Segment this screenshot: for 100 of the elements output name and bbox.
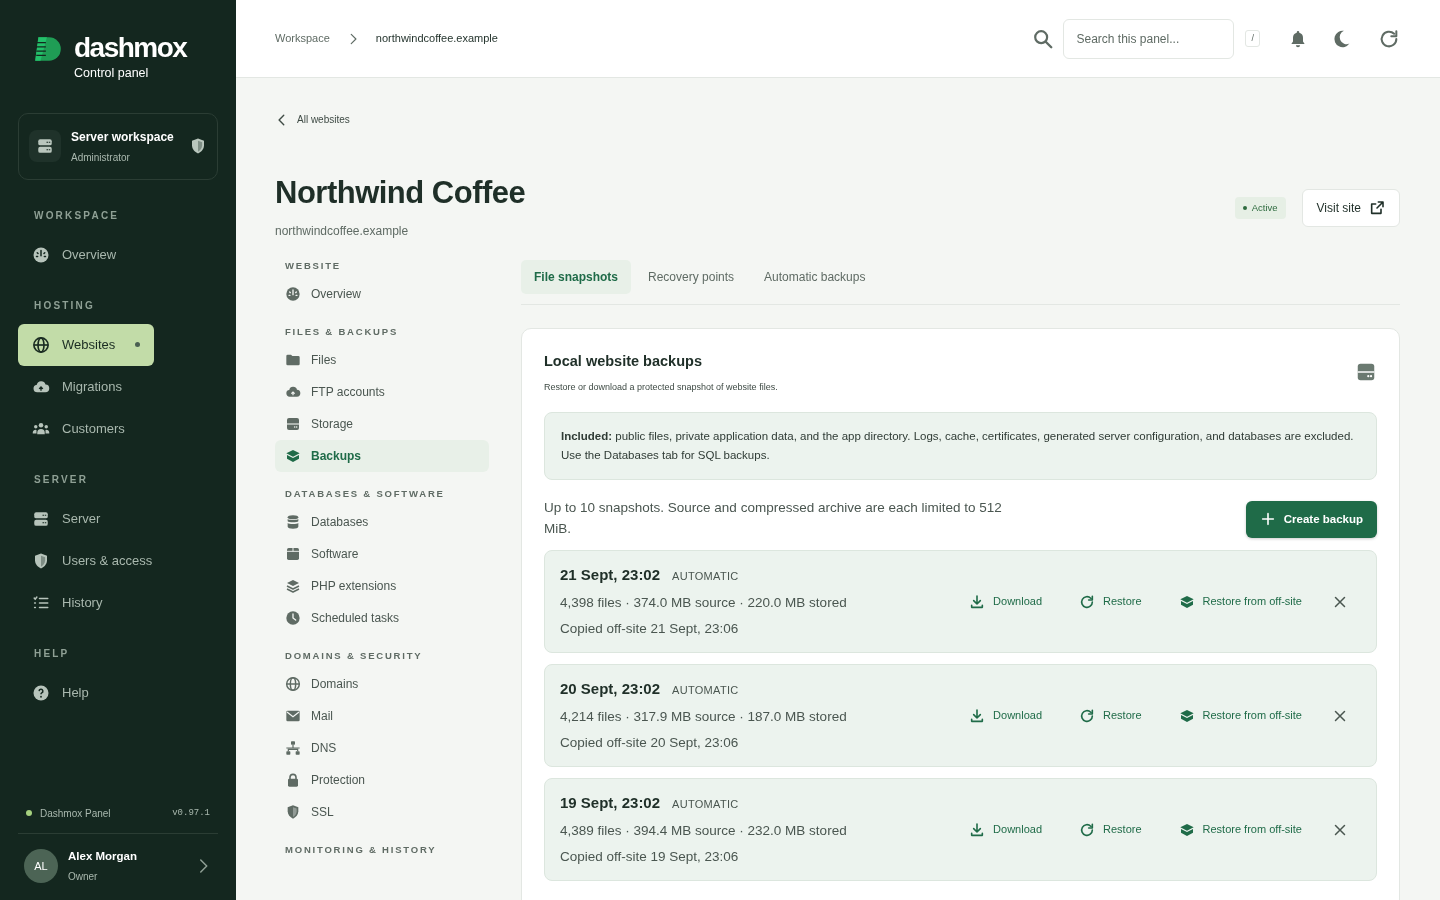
refresh-icon[interactable] [1378,27,1400,50]
section-heading: FILES & BACKUPS [284,326,400,339]
download-icon [969,593,986,610]
snapshot-type: AUTOMATIC [672,798,739,811]
package-icon [285,546,301,563]
website-nav-item[interactable]: Backups [275,440,489,473]
shield-icon [285,804,301,821]
offsite-status: Copied off-site 19 Sept, 23:06 [560,847,740,866]
website-nav-item[interactable]: Domains [275,668,489,701]
action-link[interactable]: Restore from off-site [1178,593,1302,610]
layers-icon [285,578,301,595]
action-link[interactable]: Restore [1079,821,1142,838]
website-nav-item[interactable]: DNS [275,732,489,765]
help-icon [32,683,50,702]
sidebar-item[interactable]: Users & access [18,539,167,582]
download-icon [969,707,986,724]
sidebar-item[interactable]: Customers [18,407,144,450]
action-link[interactable]: Download [969,707,1042,724]
section-heading: WEBSITE [284,260,342,273]
circular-arrow-icon [1079,821,1095,838]
page-title: Northwind Coffee [275,176,526,211]
globe-icon [32,335,50,354]
website-nav-item[interactable]: SSL [275,796,489,829]
action-link[interactable]: Restore [1079,707,1142,724]
shield-icon [32,551,50,570]
logo-icon [32,34,64,64]
snapshot-type: AUTOMATIC [672,570,739,583]
sidebar-item[interactable]: Websites [18,323,155,366]
section-heading: MONITORING & HISTORY [284,844,438,857]
card-subtitle: Restore or download a protected snapshot of website files. [544,380,779,394]
snapshot-date: 19 Sept, 23:02 [560,794,661,812]
database-icon [285,514,301,531]
action-link[interactable]: Restore [1079,593,1142,610]
website-nav-item[interactable]: PHP extensions [275,570,489,603]
network-icon [285,740,301,757]
website-nav-item[interactable]: Scheduled tasks [275,602,489,635]
brand-tagline: Control panel [74,65,150,82]
circular-arrow-icon [1079,593,1095,610]
storage-icon [285,416,301,433]
website-nav-item[interactable]: Mail [275,700,489,733]
create-backup-button[interactable]: Create backup [1245,500,1377,538]
section-heading: SERVER [33,473,90,486]
back-link[interactable]: All websites [275,112,350,127]
breadcrumb-link[interactable]: Workspace [275,30,330,47]
sidebar-item[interactable]: Migrations [18,365,144,408]
user-name: Alex Morgan [68,848,138,864]
workspace-role: Administrator [71,150,131,165]
breadcrumb-link[interactable]: northwindcoffee.example [375,30,498,47]
section-heading: DATABASES & SOFTWARE [284,488,446,501]
workspace-title: Server workspace [71,128,175,146]
action-link[interactable]: Restore from off-site [1178,707,1302,724]
website-nav-item[interactable]: Files [275,344,489,377]
tab[interactable]: Recovery points [635,260,748,295]
search-field[interactable]: Search this panel... [1063,18,1235,59]
external-link-icon [1369,200,1385,217]
snapshot-stats: 4,214 files · 317.9 MB source · 187.0 MB stored [560,707,848,726]
offsite-status: Copied off-site 20 Sept, 23:06 [560,733,740,752]
snapshot-date: 21 Sept, 23:02 [560,566,661,584]
gauge-icon [285,286,301,303]
section-heading: HELP [33,647,71,660]
action-link[interactable]: Restore from off-site [1178,821,1302,838]
sidebar-item[interactable]: Server [18,497,144,540]
download-icon [969,821,986,838]
sidebar-item[interactable]: History [18,581,144,624]
section-heading: WORKSPACE [33,209,121,222]
server-icon [32,509,50,528]
sidebar-item[interactable]: Overview [18,233,144,276]
status-dot [26,810,32,817]
website-nav-item[interactable]: FTP accounts [275,376,489,409]
action-link[interactable]: Download [969,593,1042,610]
visit-site-button[interactable]: Visit site [1301,189,1400,228]
workspace-card[interactable]: Server workspace Administrator [18,112,218,180]
snapshot-stats: 4,389 files · 394.4 MB source · 232.0 MB stored [560,821,848,840]
website-nav-item[interactable]: Overview [275,278,489,311]
website-nav-item[interactable]: Storage [275,408,489,441]
website-nav-item[interactable]: Software [275,538,489,571]
sidebar-item[interactable]: Help [18,671,144,714]
website-nav-item[interactable]: Databases [275,506,489,539]
box-icon [285,448,301,465]
box-icon [1178,707,1195,724]
brand-name: dashmox [74,34,187,62]
version-label: v0.97.1 [172,806,210,820]
tab[interactable]: Automatic backups [751,260,879,295]
user-menu[interactable]: AL Alex Morgan Owner [18,832,218,900]
tab[interactable]: File snapshots [521,260,632,295]
globe-icon [285,676,301,693]
snapshot-stats: 4,398 files · 374.0 MB source · 220.0 MB stored [560,593,848,612]
action-link[interactable]: Download [969,821,1042,838]
avatar: AL [24,848,58,883]
box-icon [1178,593,1195,610]
section-heading: DOMAINS & SECURITY [284,650,424,663]
snapshot-type: AUTOMATIC [672,684,739,697]
status-badge: Active [1234,196,1286,220]
box-icon [1178,821,1195,838]
card-title: Local website backups [544,352,703,372]
user-role: Owner [68,870,99,884]
gauge-icon [32,245,50,264]
section-heading: HOSTING [33,299,96,312]
site-domain: northwindcoffee.example [275,223,410,241]
website-nav-item[interactable]: Protection [275,764,489,797]
